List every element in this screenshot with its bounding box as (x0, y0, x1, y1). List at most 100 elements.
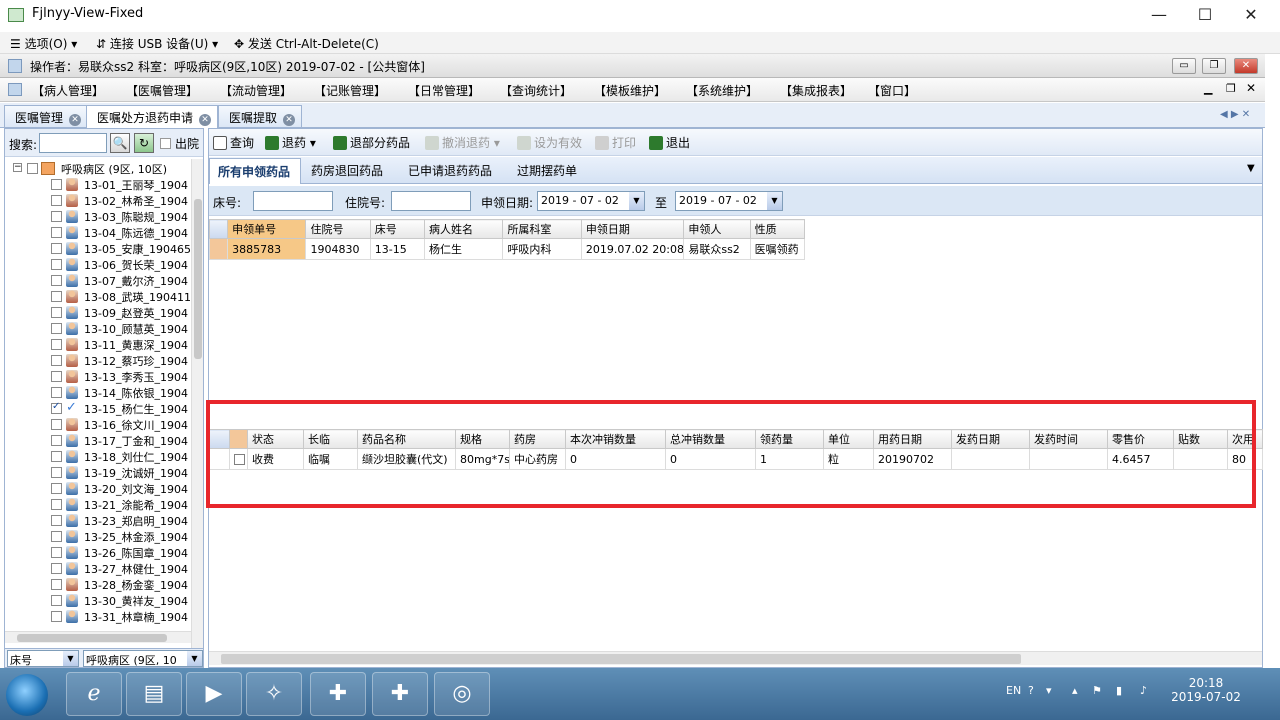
app-minimize-button[interactable]: ▭ (1172, 58, 1196, 74)
start-button[interactable] (6, 674, 48, 716)
partial-refund-button[interactable]: 退部分药品 (333, 134, 410, 151)
patient-checkbox[interactable] (51, 595, 62, 606)
cancel-refund-button[interactable]: 撤消退药 ▾ (425, 134, 500, 151)
cell-pharmacy[interactable]: 中心药房 (509, 448, 566, 470)
patient-checkbox[interactable] (51, 307, 62, 318)
col-requester[interactable]: 申领人 (683, 219, 751, 239)
col-request-no[interactable]: 申领单号 (227, 219, 307, 239)
cell-dispense-qty[interactable]: 1 (755, 448, 824, 470)
tabs-dropdown-icon[interactable]: ▼ (1247, 163, 1255, 174)
close-tab-icon[interactable]: ✕ (283, 114, 296, 126)
menu-window[interactable]: 【窗口】 (868, 82, 916, 99)
cell-unit[interactable]: 粒 (823, 448, 874, 470)
tree-horizontal-scrollbar[interactable] (5, 631, 191, 643)
menu-daily[interactable]: 【日常管理】 (408, 82, 480, 99)
cell-request-no[interactable]: 3885783 (227, 238, 307, 260)
cell-total-offset[interactable]: 0 (665, 448, 756, 470)
exit-button[interactable]: 退出 (649, 134, 690, 151)
folder-taskbar-icon[interactable]: ▤ (126, 672, 182, 716)
cell-per-dose[interactable]: 80 (1227, 448, 1263, 470)
compass-taskbar-icon[interactable]: ✧ (246, 672, 302, 716)
app-close-button[interactable]: ✕ (1234, 58, 1258, 74)
tray-expand-icon[interactable]: ▾ (1046, 684, 1052, 697)
minimize-button[interactable]: — (1136, 0, 1182, 30)
cell-spec[interactable]: 80mg*7s (455, 448, 510, 470)
menu-flow[interactable]: 【流动管理】 (220, 82, 292, 99)
patient-checkbox[interactable] (51, 371, 62, 382)
maximize-button[interactable]: ☐ (1182, 0, 1228, 30)
row-checkbox[interactable] (234, 453, 245, 465)
cell-doses[interactable] (1173, 448, 1228, 470)
tab-refund-request[interactable]: 医嘱处方退药申请 ✕ (86, 105, 219, 128)
col-spec[interactable]: 规格 (455, 429, 510, 449)
tab-order-management[interactable]: 医嘱管理 ✕ (4, 105, 89, 127)
cell-department[interactable]: 呼吸内科 (502, 238, 582, 260)
patient-checkbox[interactable] (51, 547, 62, 558)
cell-requester[interactable]: 易联众ss2 (683, 238, 751, 260)
patient-checkbox[interactable] (51, 467, 62, 478)
patient-checkbox[interactable] (51, 531, 62, 542)
row-select[interactable] (229, 448, 248, 470)
cell-dispense-date[interactable] (951, 448, 1030, 470)
tab-nav-arrows[interactable]: ◀ ▶ ✕ (1220, 109, 1250, 120)
patient-checkbox[interactable] (51, 323, 62, 334)
tab-all-requested[interactable]: 所有申领药品 (209, 158, 302, 184)
menu-order[interactable]: 【医嘱管理】 (126, 82, 198, 99)
discharge-checkbox[interactable] (160, 138, 171, 149)
patient-search-input[interactable] (39, 133, 107, 153)
patient-checkbox[interactable] (51, 515, 62, 526)
patient-checkbox[interactable] (51, 401, 62, 414)
patient-checkbox[interactable] (51, 339, 62, 350)
language-indicator[interactable]: EN (1006, 684, 1021, 697)
col-patient-name[interactable]: 病人姓名 (424, 219, 504, 239)
menu-query[interactable]: 【查询统计】 (500, 82, 572, 99)
patient-checkbox[interactable] (51, 259, 62, 270)
patient-checkbox[interactable] (51, 243, 62, 254)
patient-checkbox[interactable] (51, 451, 62, 462)
root-checkbox[interactable] (27, 163, 38, 174)
app-restore-button[interactable]: ❐ (1202, 58, 1226, 74)
menu-template[interactable]: 【模板维护】 (594, 82, 666, 99)
send-cad-menu[interactable]: ✥ 发送 Ctrl-Alt-Delete(C) (234, 35, 379, 52)
search-icon[interactable]: 🔍 (110, 133, 130, 153)
patient-checkbox[interactable] (51, 483, 62, 494)
date-from-picker[interactable]: 2019 - 07 - 02 ▼ (537, 191, 645, 211)
doctor-app-taskbar-icon[interactable]: ✚ (310, 672, 366, 716)
query-button[interactable]: 查询 (213, 134, 254, 151)
col-retail-price[interactable]: 零售价 (1107, 429, 1174, 449)
close-tab-icon[interactable]: ✕ (69, 114, 82, 126)
patient-checkbox[interactable] (51, 211, 62, 222)
col-dispense-time[interactable]: 发药时间 (1029, 429, 1108, 449)
menu-accounting[interactable]: 【记账管理】 (314, 82, 386, 99)
patient-checkbox[interactable] (51, 179, 62, 190)
col-dispense-qty[interactable]: 领药量 (755, 429, 824, 449)
bed-input[interactable] (253, 191, 333, 211)
date-to-picker[interactable]: 2019 - 07 - 02 ▼ (675, 191, 783, 211)
ie-taskbar-icon[interactable]: ℯ (66, 672, 122, 716)
cell-inpatient-no[interactable]: 1904830 (305, 238, 371, 260)
sort-select[interactable]: 床号 ▼ (7, 650, 79, 667)
col-type[interactable]: 性质 (749, 219, 806, 239)
col-this-offset[interactable]: 本次冲销数量 (565, 429, 666, 449)
ward-select[interactable]: 呼吸病区 (9区, 10 ▼ (83, 650, 203, 667)
power-icon[interactable]: ▮ (1116, 684, 1122, 697)
menu-patient[interactable]: 【病人管理】 (32, 82, 104, 99)
options-menu[interactable]: ☰ 选项(O) ▾ (10, 35, 77, 52)
col-pharmacy[interactable]: 药房 (509, 429, 566, 449)
patient-checkbox[interactable] (51, 563, 62, 574)
menu-system[interactable]: 【系统维护】 (686, 82, 758, 99)
tab-order-extract[interactable]: 医嘱提取 ✕ (218, 105, 303, 127)
tab-expired-dispense[interactable]: 过期摆药单 (517, 162, 577, 179)
cell-patient-name[interactable]: 杨仁生 (424, 238, 504, 260)
col-per-dose[interactable]: 次用 (1227, 429, 1263, 449)
grid-horizontal-scrollbar[interactable] (209, 651, 1262, 665)
cell-this-offset[interactable]: 0 (565, 448, 666, 470)
tab-applied-refund[interactable]: 已申请退药药品 (408, 162, 492, 179)
patient-checkbox[interactable] (51, 419, 62, 430)
patient-checkbox[interactable] (51, 355, 62, 366)
system-clock[interactable]: 20:18 2019-07-02 (1170, 676, 1242, 704)
patient-checkbox[interactable] (51, 291, 62, 302)
col-total-offset[interactable]: 总冲销数量 (665, 429, 756, 449)
menu-close-icon[interactable]: ✕ (1246, 81, 1256, 95)
help-icon[interactable]: ? (1028, 684, 1034, 697)
